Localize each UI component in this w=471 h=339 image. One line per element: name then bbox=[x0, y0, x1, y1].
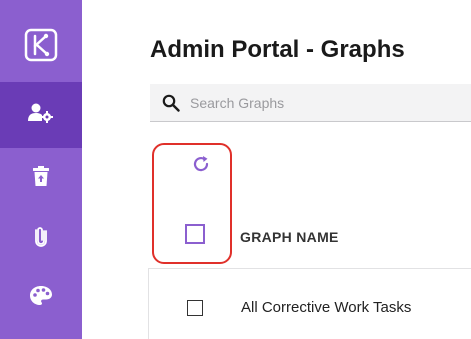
sidebar-item-attachments[interactable] bbox=[0, 210, 82, 266]
app-window: Admin Portal - Graphs GRAPH NAME bbox=[0, 0, 471, 339]
sidebar-item-themes[interactable] bbox=[0, 270, 82, 326]
palette-icon bbox=[30, 285, 52, 311]
sidebar bbox=[0, 0, 82, 339]
sidebar-item-trash[interactable] bbox=[0, 150, 82, 206]
page-title: Admin Portal - Graphs bbox=[150, 36, 405, 63]
refresh-button[interactable] bbox=[189, 154, 213, 178]
sidebar-item-admin[interactable] bbox=[0, 82, 82, 148]
paperclip-icon bbox=[34, 225, 48, 252]
search-input[interactable] bbox=[188, 93, 452, 112]
user-settings-icon bbox=[28, 102, 54, 129]
column-header-graph-name[interactable]: GRAPH NAME bbox=[240, 229, 339, 245]
row-checkbox[interactable] bbox=[187, 300, 203, 316]
logo-icon bbox=[24, 28, 58, 67]
trash-restore-icon bbox=[33, 165, 49, 191]
refresh-icon bbox=[191, 154, 211, 179]
sidebar-logo[interactable] bbox=[0, 12, 82, 82]
search-icon bbox=[162, 94, 180, 112]
select-all-checkbox[interactable] bbox=[185, 224, 205, 244]
main-content: Admin Portal - Graphs GRAPH NAME bbox=[82, 0, 471, 339]
search-bar bbox=[150, 84, 471, 122]
table-row-graph-name[interactable]: All Corrective Work Tasks bbox=[241, 299, 411, 316]
